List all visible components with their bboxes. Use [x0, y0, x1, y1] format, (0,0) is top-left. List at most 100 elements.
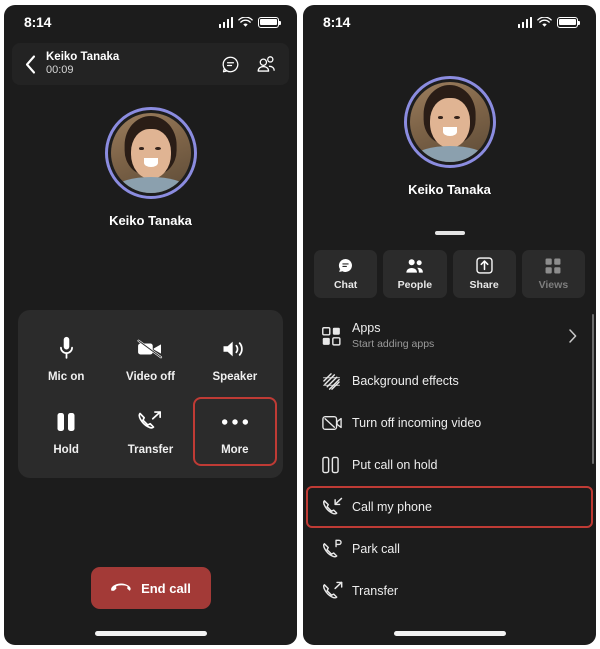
control-transfer[interactable]: Transfer [108, 397, 192, 466]
tab-views[interactable]: Views [521, 250, 585, 298]
cellular-signal-icon [517, 16, 532, 28]
more-options-menu: Apps Start adding apps Background effect… [303, 312, 596, 612]
status-icon-group [218, 16, 282, 28]
tab-label: Share [469, 279, 499, 291]
status-time: 8:14 [24, 14, 52, 30]
more-dots-icon [220, 409, 250, 435]
menu-item-park-call[interactable]: Park call [306, 528, 593, 570]
menu-item-label: Turn off incoming video [352, 415, 482, 430]
call-header-texts: Keiko Tanaka 00:09 [46, 51, 221, 78]
pause-icon [56, 409, 76, 435]
control-mic[interactable]: Mic on [24, 324, 108, 393]
tab-people[interactable]: People [383, 250, 447, 298]
people-icon [257, 55, 275, 72]
video-off-icon [136, 336, 164, 362]
chevron-left-icon [25, 54, 35, 74]
call-header-contact-name: Keiko Tanaka [46, 50, 120, 63]
grid-icon [545, 258, 561, 273]
menu-item-transfer[interactable]: Transfer [306, 570, 593, 612]
menu-item-texts: Call my phone [352, 500, 577, 515]
status-time: 8:14 [323, 14, 351, 30]
call-duration: 00:09 [46, 64, 74, 77]
control-label: More [221, 444, 249, 456]
control-label: Mic on [47, 371, 85, 383]
tab-label: Views [538, 278, 569, 291]
right-phone-screen: 8:14 Keiko Tanaka Chat People Share View… [303, 5, 596, 645]
call-incoming-icon [322, 497, 352, 517]
menu-item-label: Transfer [352, 583, 399, 598]
end-call-label: End call [141, 580, 191, 596]
menu-item-texts: Turn off incoming video [352, 416, 577, 431]
call-transfer-icon [137, 409, 163, 435]
home-indicator-left [94, 631, 207, 636]
wifi-icon [537, 16, 552, 27]
microphone-icon [59, 336, 74, 362]
participant-name-left: Keiko Tanaka [109, 213, 192, 228]
drag-handle[interactable] [434, 231, 465, 235]
end-call-button[interactable]: End call [90, 567, 211, 609]
chat-bubble-icon [339, 259, 353, 272]
menu-item-call-my-phone[interactable]: Call my phone [306, 486, 593, 528]
menu-item-label: Background effects [352, 373, 459, 388]
chat-bubble-icon [222, 56, 239, 72]
chat-button[interactable] [221, 55, 240, 74]
status-bar-left: 8:14 [4, 5, 297, 39]
control-video[interactable]: Video off [108, 324, 192, 393]
call-controls-grid: Mic on Video off Speaker Hold Transfer M… [24, 324, 277, 466]
people-button[interactable] [256, 55, 277, 74]
menu-item-label: Apps [352, 321, 381, 336]
sheet-drag-handle-row [303, 231, 596, 235]
avatar-photo [110, 113, 191, 193]
control-hold[interactable]: Hold [24, 397, 108, 466]
chevron-right-icon [569, 329, 577, 343]
avatar-photo [409, 82, 490, 162]
menu-item-label: Call my phone [352, 499, 432, 514]
menu-item-label: Park call [352, 541, 400, 556]
participant-block-right: Keiko Tanaka [303, 76, 596, 197]
background-effects-icon [322, 372, 352, 391]
menu-scrollbar[interactable] [592, 314, 594, 464]
menu-item-texts: Put call on hold [352, 458, 577, 473]
control-label: Speaker [212, 371, 258, 383]
menu-item-background-effects[interactable]: Background effects [306, 360, 593, 402]
left-phone-screen: 8:14 Keiko Tanaka 00:09 Keiko Tanaka Mic… [4, 5, 297, 645]
menu-item-texts: Apps Start adding apps [352, 321, 569, 351]
control-label: Hold [53, 444, 79, 456]
speaker-icon [221, 336, 248, 362]
tab-label: People [397, 278, 433, 291]
back-button[interactable] [18, 49, 42, 79]
tab-chat[interactable]: Chat [314, 250, 378, 298]
share-up-icon [475, 257, 493, 274]
participant-block-left: Keiko Tanaka [4, 107, 297, 228]
status-bar-right: 8:14 [303, 5, 596, 39]
call-header-actions [221, 55, 277, 74]
menu-item-turn-off-incoming-video[interactable]: Turn off incoming video [306, 402, 593, 444]
wifi-icon [238, 16, 253, 27]
hang-up-icon [111, 583, 131, 591]
apps-grid-icon [322, 326, 352, 346]
battery-icon [258, 16, 282, 28]
control-more[interactable]: More [192, 397, 277, 466]
quick-tabs-row: Chat People Share Views [303, 250, 596, 298]
control-label: Transfer [127, 444, 174, 456]
menu-item-put-call-on-hold[interactable]: Put call on hold [306, 444, 593, 486]
avatar [104, 107, 197, 199]
screenshot-stage: 8:14 Keiko Tanaka 00:09 Keiko Tanaka Mic… [0, 0, 600, 649]
menu-item-texts: Transfer [352, 584, 577, 599]
call-controls-sheet: Mic on Video off Speaker Hold Transfer M… [18, 310, 283, 478]
menu-item-texts: Background effects [352, 374, 577, 389]
menu-item-sublabel: Start adding apps [352, 338, 435, 351]
menu-item-texts: Park call [352, 542, 577, 557]
call-park-icon [322, 539, 352, 559]
menu-item-apps[interactable]: Apps Start adding apps [306, 312, 593, 360]
avatar [403, 76, 496, 168]
tab-share[interactable]: Share [452, 250, 516, 298]
cellular-signal-icon [218, 16, 233, 28]
participant-name-right: Keiko Tanaka [408, 182, 491, 197]
control-label: Video off [126, 371, 175, 383]
video-off-box-icon [322, 414, 352, 432]
pause-icon [322, 456, 352, 474]
status-icon-group [517, 16, 581, 28]
tab-label: Chat [333, 279, 358, 291]
control-speaker[interactable]: Speaker [193, 324, 277, 393]
